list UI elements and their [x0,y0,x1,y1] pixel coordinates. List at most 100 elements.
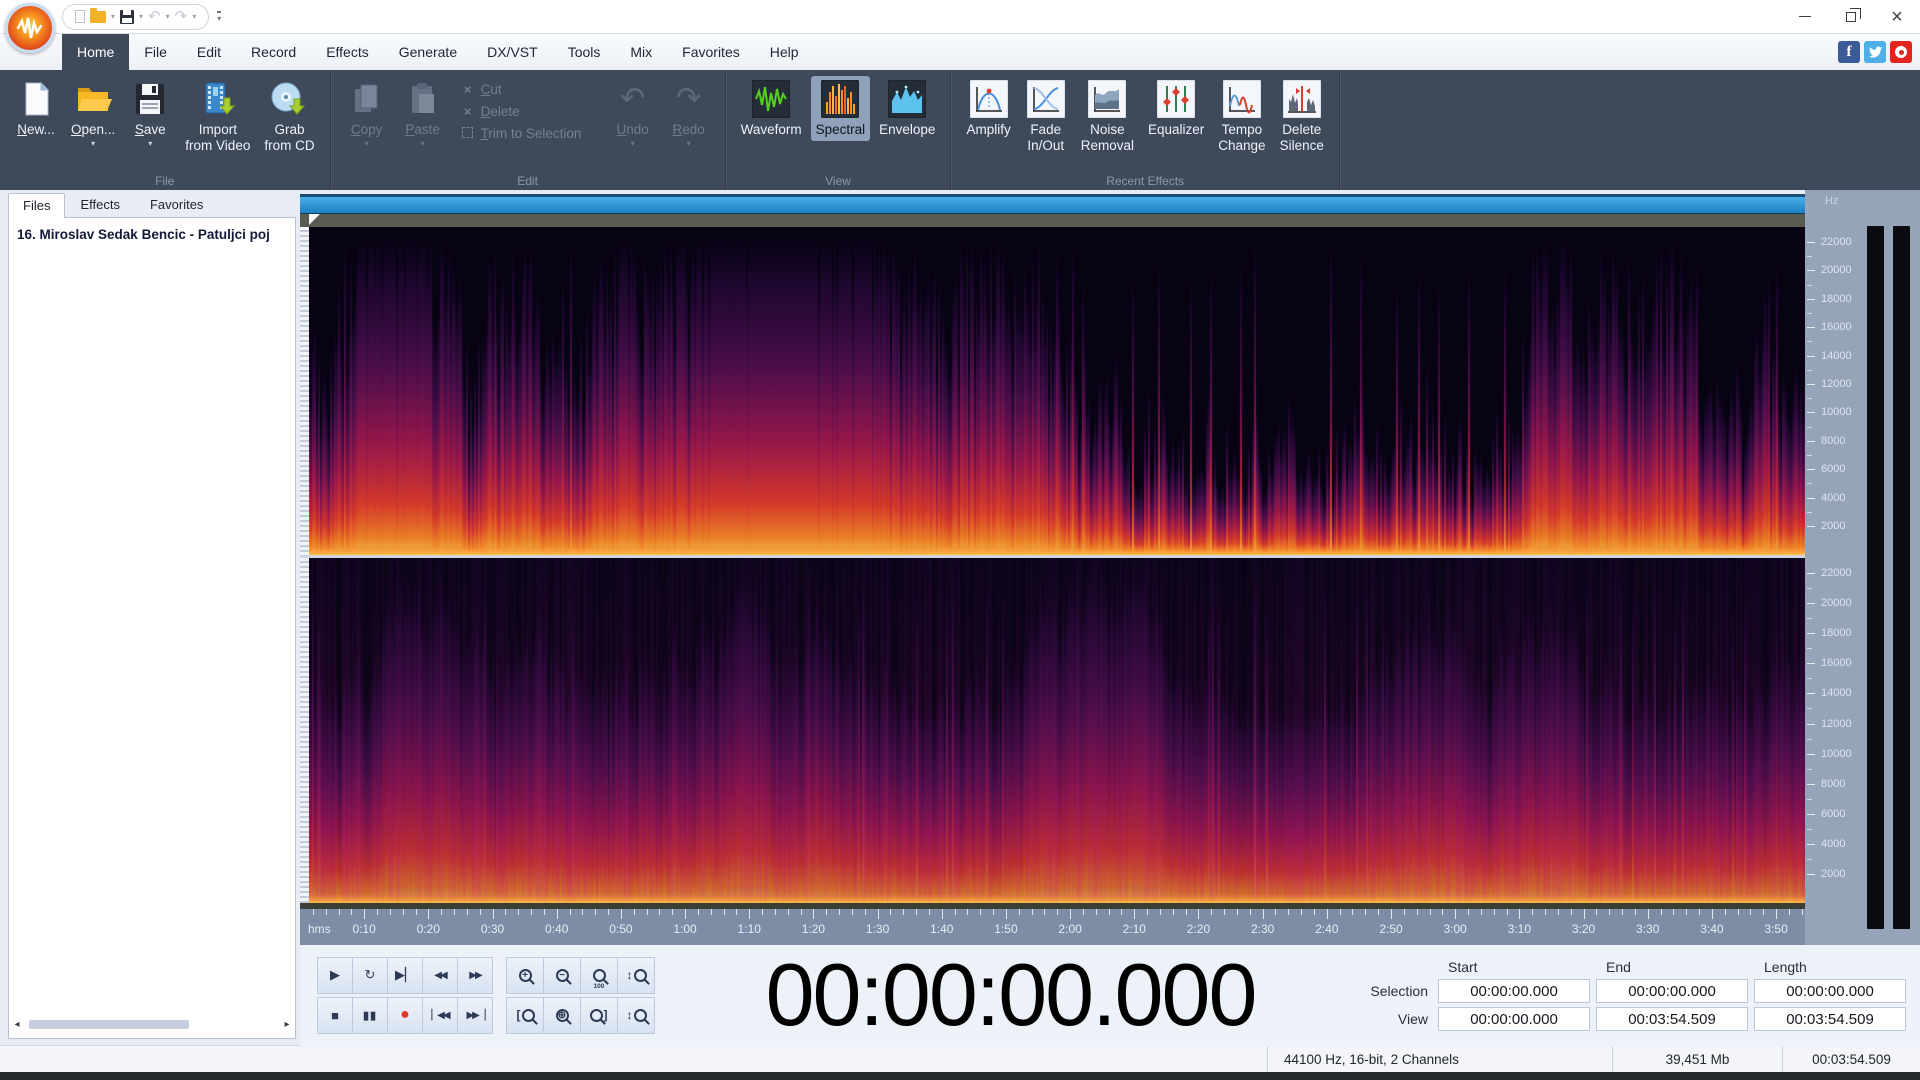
ribbon-button-save[interactable]: Save ▾ [124,76,176,151]
rewind-button[interactable]: ◀◀ [422,956,458,994]
dropdown-arrow-icon[interactable]: ▾ [91,139,95,148]
minimize-button[interactable] [1782,0,1828,33]
play-to-end-button[interactable]: ▶▏ [387,956,423,994]
playhead-marker-icon[interactable] [309,214,320,225]
ribbon-button-redo[interactable]: ↷ Redo ▾ [663,76,715,151]
scrollbar-thumb[interactable] [29,1020,189,1029]
zoom-selection-button[interactable]: ⊕ [543,996,581,1034]
menu-tab-record[interactable]: Record [236,34,311,70]
undo-icon[interactable]: ↶ [148,9,161,24]
menu-tab-favorites[interactable]: Favorites [667,34,755,70]
sidebar-tab-files[interactable]: Files [8,193,66,218]
ribbon-button-delete[interactable]: × Delete [461,104,595,119]
zoom-selection-start-button[interactable]: [ [506,996,544,1034]
selection-length-value[interactable]: 00:00:00.000 [1754,979,1906,1003]
save-dropdown-arrow-icon[interactable]: ▾ [139,12,143,21]
ribbon-button-waveform[interactable]: Waveform [736,76,807,141]
frequency-label: 12000 [1821,717,1852,730]
menu-tab-generate[interactable]: Generate [384,34,472,70]
ribbon-button-tempo-change[interactable]: Tempo Change [1213,76,1270,156]
ribbon-button-undo[interactable]: ↶ Undo ▾ [607,76,659,151]
ribbon-button-new[interactable]: New... [10,76,62,141]
frequency-major-tick [1807,526,1815,527]
dropdown-arrow-icon[interactable]: ▾ [631,139,635,148]
frequency-label: 2000 [1821,520,1846,532]
youtube-icon[interactable] [1890,41,1912,63]
undo-dropdown-arrow-icon[interactable]: ▾ [166,12,170,21]
fast-forward-button[interactable]: ▶▶ [457,956,493,994]
new-document-icon[interactable] [75,10,85,23]
ribbon-button-delete-silence[interactable]: Delete Silence [1275,76,1329,156]
menu-tab-effects[interactable]: Effects [311,34,384,70]
close-button[interactable]: × [1874,0,1920,33]
play-button[interactable]: ▶ [317,956,353,994]
zoom-vertical-button[interactable]: ↕ [617,956,655,994]
facebook-icon[interactable]: f [1838,41,1860,63]
ribbon-button-cut[interactable]: × Cut [461,82,595,97]
spectrogram-right-channel[interactable] [300,558,1805,903]
zoom-in-button[interactable]: + [506,956,544,994]
ruler-minor-tick [1044,909,1046,915]
pause-button[interactable]: ▮▮ [352,996,388,1034]
dropdown-arrow-icon[interactable]: ▾ [687,139,691,148]
menu-tab-mix[interactable]: Mix [615,34,667,70]
sidebar-tab-favorites[interactable]: Favorites [135,192,218,217]
frequency-label: 8000 [1821,777,1846,790]
menu-tab-home[interactable]: Home [62,34,130,70]
menu-tab-help[interactable]: Help [755,34,814,70]
ruler-minor-tick [787,909,789,915]
zoom-selection-end-button[interactable]: ] [580,996,618,1034]
time-ruler[interactable]: hms 0:10 0:20 0:30 0:40 0:50 1:00 1:10 1:20 1:30… [300,909,1805,945]
menu-tab-dx-vst[interactable]: DX/VST [472,34,553,70]
spectrogram-left-channel[interactable] [300,227,1805,555]
zoom-vertical-out-button[interactable]: ↕ [617,996,655,1034]
customize-toolbar-icon[interactable]: ▾ [217,10,222,23]
loop-button[interactable]: ↻ [352,956,388,994]
stop-button[interactable]: ■ [317,996,353,1034]
open-dropdown-arrow-icon[interactable]: ▾ [111,12,115,21]
ribbon-button-open[interactable]: Open... ▾ [66,76,120,151]
view-length-value[interactable]: 00:03:54.509 [1754,1007,1906,1031]
dropdown-arrow-icon[interactable]: ▾ [148,139,152,148]
view-end-value[interactable]: 00:03:54.509 [1596,1007,1748,1031]
menu-tab-tools[interactable]: Tools [553,34,616,70]
twitter-icon[interactable] [1864,41,1886,63]
menu-tab-file[interactable]: File [129,34,182,70]
ribbon-button-grab-from-cd[interactable]: Grab from CD [259,76,319,156]
marker-strip[interactable] [300,214,1805,227]
ribbon-button-equalizer[interactable]: Equalizer [1143,76,1209,141]
go-to-end-button[interactable]: ▶▶▕ [457,996,493,1034]
save-icon[interactable] [120,9,135,24]
file-list-hscrollbar[interactable]: ◂ ▸ [9,1017,295,1032]
ribbon-button-paste[interactable]: Paste ▾ [397,76,449,151]
scroll-left-icon[interactable]: ◂ [11,1019,23,1030]
restore-button[interactable] [1828,0,1874,33]
redo-dropdown-arrow-icon[interactable]: ▾ [192,12,196,21]
menu-tab-edit[interactable]: Edit [182,34,236,70]
scroll-right-icon[interactable]: ▸ [281,1019,293,1030]
app-logo-icon[interactable] [5,3,55,53]
record-button[interactable]: ● [387,996,423,1034]
redo-icon[interactable]: ↷ [175,9,188,24]
ribbon-button-trim-to-selection[interactable]: Trim to Selection [461,126,595,141]
selection-start-value[interactable]: 00:00:00.000 [1438,979,1590,1003]
selection-end-value[interactable]: 00:00:00.000 [1596,979,1748,1003]
frequency-label: 14000 [1821,687,1852,700]
ribbon-button-import-from-video[interactable]: Import from Video [180,76,255,156]
view-start-value[interactable]: 00:00:00.000 [1438,1007,1590,1031]
overview-scroll-bar[interactable] [300,194,1805,214]
ribbon-button-fade-in-out[interactable]: Fade In/Out [1020,76,1072,156]
ribbon-button-copy[interactable]: Copy ▾ [341,76,393,151]
open-folder-icon[interactable] [90,7,106,23]
file-list-item[interactable]: 16. Miroslav Sedak Bencic - Patuljci poj [9,224,295,245]
ribbon-button-noise-removal[interactable]: Noise Removal [1076,76,1139,156]
ribbon-button-amplify[interactable]: Amplify [961,76,1015,141]
dropdown-arrow-icon[interactable]: ▾ [365,139,369,148]
dropdown-arrow-icon[interactable]: ▾ [421,139,425,148]
sidebar-tab-effects[interactable]: Effects [65,192,135,217]
go-to-start-button[interactable]: ▏◀◀ [422,996,458,1034]
zoom-out-button[interactable]: − [543,956,581,994]
ribbon-button-envelope[interactable]: Envelope [874,76,940,141]
ribbon-button-spectral[interactable]: Spectral [810,76,871,141]
zoom-100-button[interactable]: 100 [580,956,618,994]
